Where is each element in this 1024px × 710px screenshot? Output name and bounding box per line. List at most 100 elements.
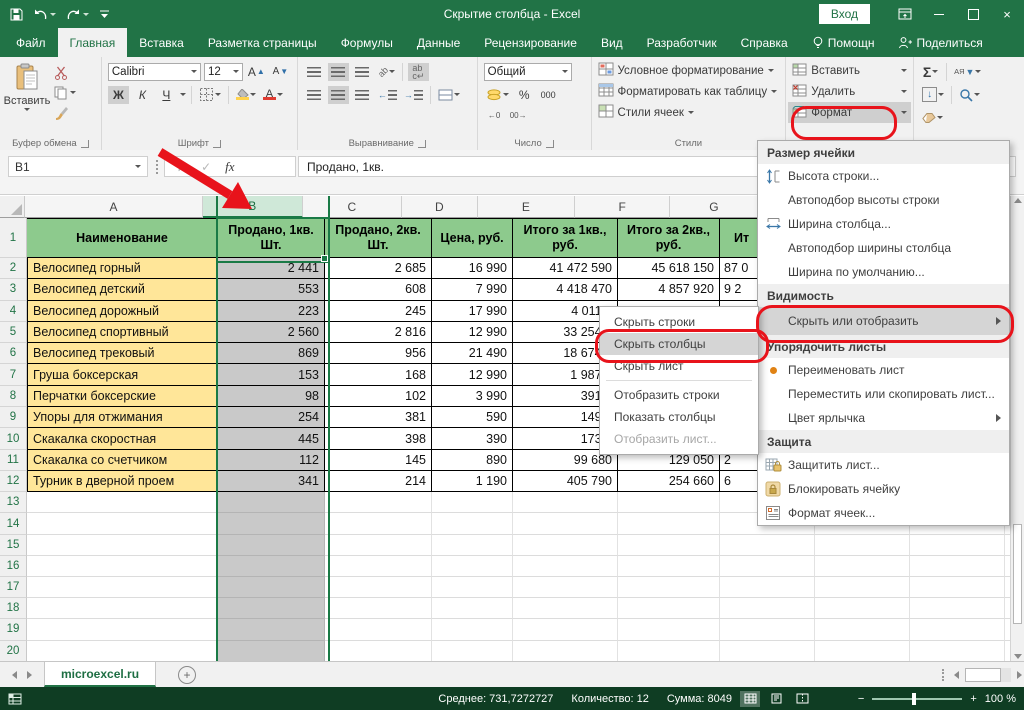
cell-C17[interactable] [325,577,432,598]
menu-item-Формат-ячеек-[interactable]: Формат ячеек... [758,501,1009,525]
align-left-icon[interactable] [304,86,325,104]
vertical-scroll-thumb[interactable] [1013,524,1022,624]
cell-styles-button[interactable]: Стили ячеек [594,102,784,123]
cell-H15[interactable] [815,535,910,556]
cell-D1[interactable]: Цена, руб. [432,218,513,258]
sign-in-button[interactable]: Вход [819,4,870,24]
align-right-icon[interactable] [352,86,373,104]
cell-C18[interactable] [325,598,432,619]
cell-E13[interactable] [513,492,618,513]
scroll-down-icon[interactable] [1014,654,1022,659]
cell-C8[interactable]: 102 [325,386,432,407]
zoom-slider-thumb[interactable] [912,693,916,705]
cell-A6[interactable]: Велосипед трековый [27,343,218,364]
cell-D13[interactable] [432,492,513,513]
sort-filter-icon[interactable]: АЯ▼ [952,63,983,81]
cell-C1[interactable]: Продано, 2кв. Шт. [325,218,432,258]
status-average[interactable]: Среднее: 731,7272727 [438,693,553,705]
paste-dropdown-icon[interactable] [24,108,30,111]
horizontal-scroll-thumb[interactable] [965,668,1001,682]
cell-B5[interactable]: 2 560 [218,322,325,343]
cell-C12[interactable]: 214 [325,471,432,492]
cell-B17[interactable] [218,577,325,598]
cell-A5[interactable]: Велосипед спортивный [27,322,218,343]
comma-style-button[interactable]: 000 [538,86,559,104]
cell-E18[interactable] [513,598,618,619]
cell-B10[interactable]: 445 [218,428,325,449]
cell-B9[interactable]: 254 [218,407,325,428]
row-header-3[interactable]: 3 [0,279,27,300]
redo-button[interactable] [66,8,89,20]
column-header-A[interactable]: A [25,196,203,218]
cell-B4[interactable]: 223 [218,301,325,322]
cell-F19[interactable] [618,619,720,640]
orientation-icon[interactable]: ab [376,63,397,81]
row-header-11[interactable]: 11 [0,450,27,471]
cell-C16[interactable] [325,556,432,577]
cell-C19[interactable] [325,619,432,640]
status-count[interactable]: Количество: 12 [571,693,648,705]
cell-G17[interactable] [720,577,815,598]
cell-B3[interactable]: 553 [218,279,325,300]
menu-item-Скрыть-или-отобразить[interactable]: Скрыть или отобразить [758,307,1009,335]
cell-E16[interactable] [513,556,618,577]
cell-G18[interactable] [720,598,815,619]
conditional-formatting-button[interactable]: Условное форматирование [594,60,784,81]
add-sheet-icon[interactable]: + [178,666,196,684]
tab-Разметка страницы[interactable]: Разметка страницы [196,28,329,57]
insert-cells-button[interactable]: Вставить [788,60,911,81]
cell-F17[interactable] [618,577,720,598]
cell-I16[interactable] [910,556,1005,577]
cell-B12[interactable]: 341 [218,471,325,492]
zoom-in-icon[interactable]: + [970,693,976,705]
tab-Файл[interactable]: Файл [4,28,58,57]
cell-F15[interactable] [618,535,720,556]
find-select-icon[interactable] [957,86,982,104]
cell-C13[interactable] [325,492,432,513]
row-header-13[interactable]: 13 [0,492,27,513]
cell-E12[interactable]: 405 790 [513,471,618,492]
cell-E19[interactable] [513,619,618,640]
cell-B1[interactable]: Продано, 1кв. Шт. [218,218,325,258]
cell-B7[interactable]: 153 [218,364,325,385]
cell-H18[interactable] [815,598,910,619]
row-header-15[interactable]: 15 [0,535,27,556]
cell-D14[interactable] [432,513,513,534]
paste-button[interactable]: Вставить [2,60,52,121]
submenu-item-Показать-столбцы[interactable]: Показать столбцы [600,406,758,428]
menu-item-Переименовать-лист[interactable]: Переименовать лист [758,358,1009,382]
accounting-format-icon[interactable] [484,86,511,104]
font-color-icon[interactable]: А [261,86,285,104]
submenu-item-Скрыть-столбцы[interactable]: Скрыть столбцы [600,333,758,355]
row-header-10[interactable]: 10 [0,428,27,449]
row-header-1[interactable]: 1 [0,218,27,258]
fill-color-icon[interactable] [234,86,258,104]
undo-button[interactable] [33,8,56,20]
cell-D8[interactable]: 3 990 [432,386,513,407]
borders-icon[interactable] [197,86,223,104]
cell-F20[interactable] [618,641,720,661]
row-header-17[interactable]: 17 [0,577,27,598]
cell-D12[interactable]: 1 190 [432,471,513,492]
cell-C11[interactable]: 145 [325,450,432,471]
sheet-tab-active[interactable]: microexcel.ru [44,662,156,687]
row-header-9[interactable]: 9 [0,407,27,428]
cell-F18[interactable] [618,598,720,619]
cell-D19[interactable] [432,619,513,640]
align-top-icon[interactable] [304,63,325,81]
number-dialog-launcher-icon[interactable] [546,140,554,148]
cell-C6[interactable]: 956 [325,343,432,364]
cell-E14[interactable] [513,513,618,534]
decrease-indent-icon[interactable]: ← [376,86,399,104]
row-header-5[interactable]: 5 [0,322,27,343]
tab-Справка[interactable]: Справка [729,28,800,57]
cell-E3[interactable]: 4 418 470 [513,279,618,300]
column-header-D[interactable]: D [402,196,477,218]
column-header-F[interactable]: F [575,196,670,218]
ribbon-display-options-icon[interactable] [888,0,922,28]
cell-A7[interactable]: Груша боксерская [27,364,218,385]
cell-C9[interactable]: 381 [325,407,432,428]
cell-H17[interactable] [815,577,910,598]
autosum-button[interactable]: Σ [920,63,941,81]
fill-down-icon[interactable]: ↓ [920,86,946,104]
